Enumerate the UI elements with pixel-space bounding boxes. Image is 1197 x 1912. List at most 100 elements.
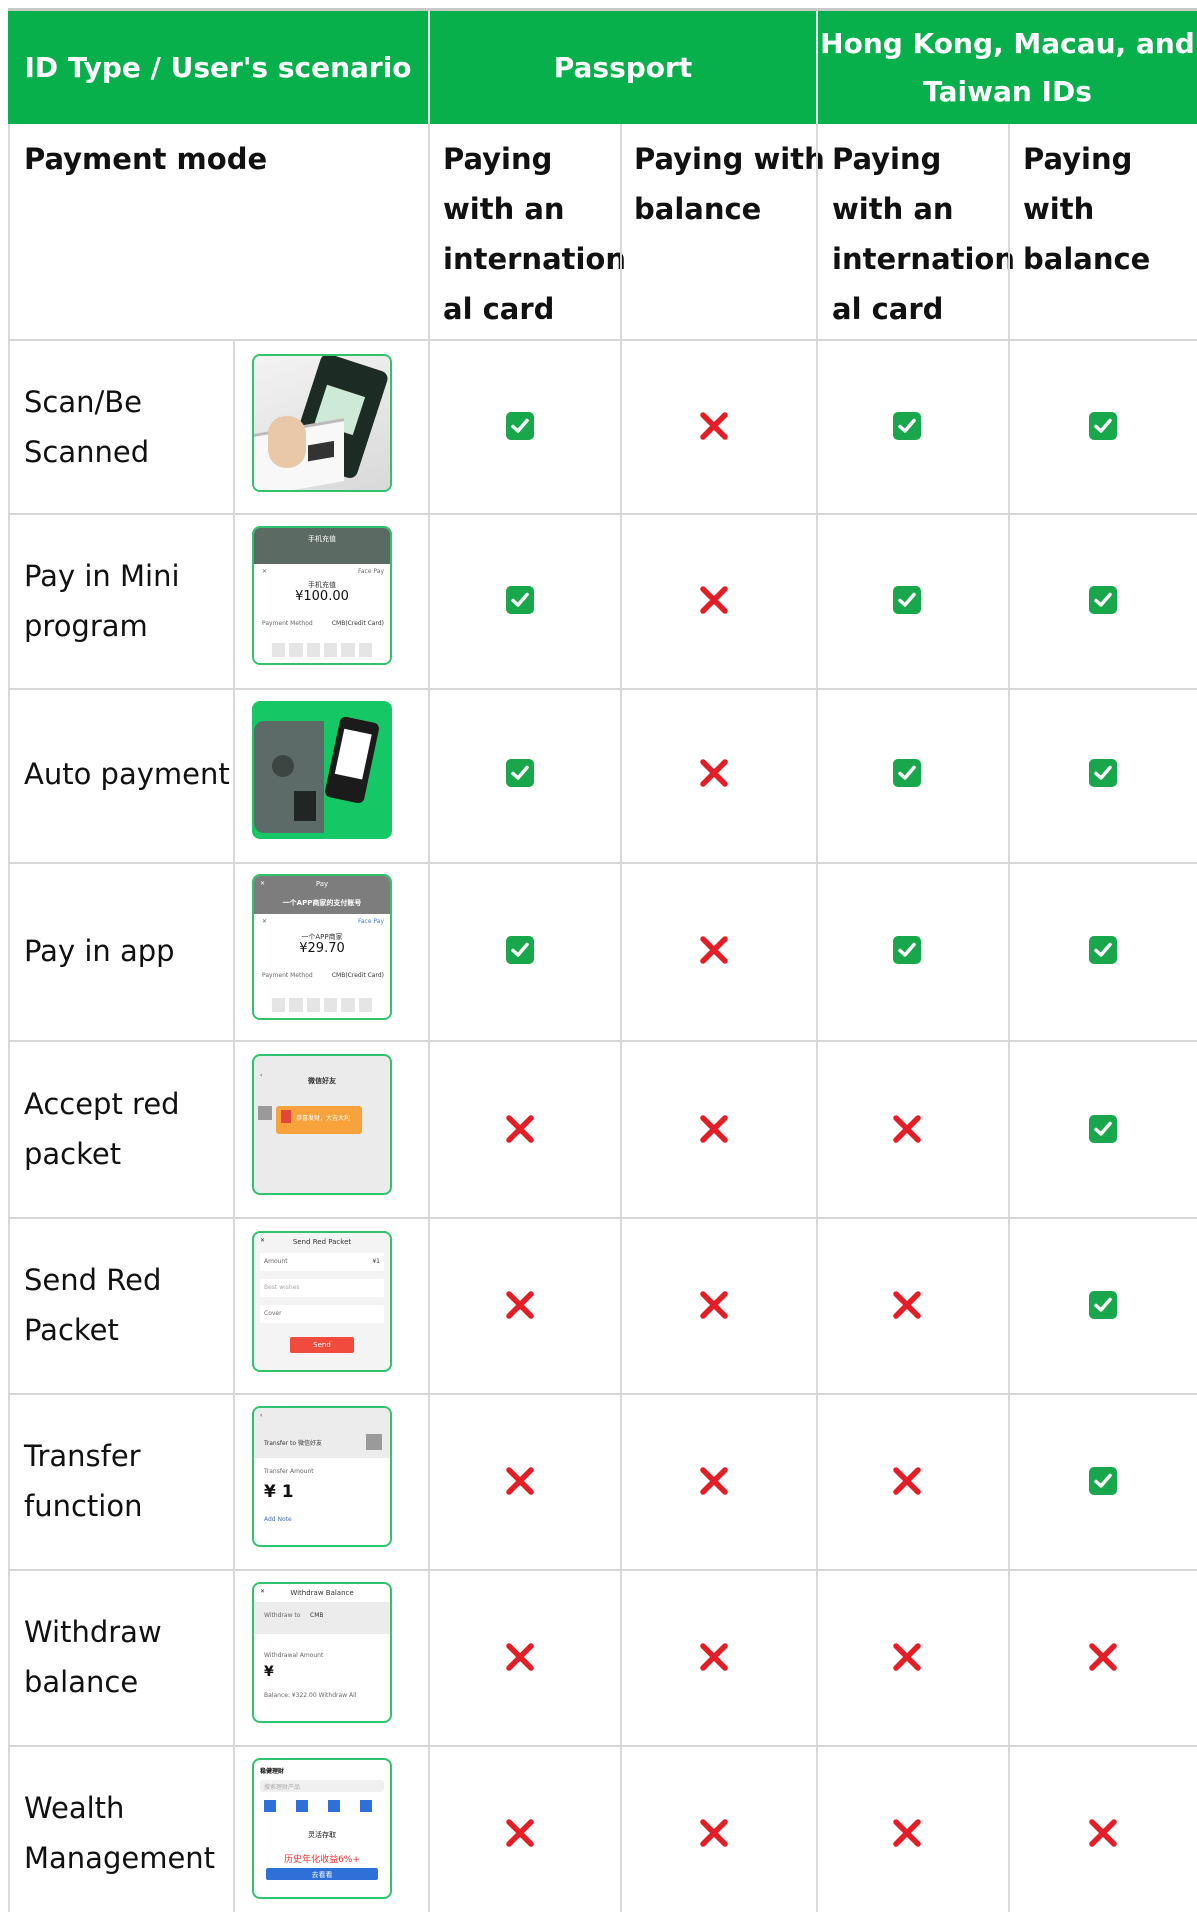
avatar bbox=[258, 1106, 272, 1120]
close-icon: ✕ bbox=[262, 918, 268, 925]
red-packet-icon bbox=[281, 1110, 291, 1123]
row-label-auto-payment: Auto payment bbox=[24, 749, 230, 799]
send-button-label: Send bbox=[313, 1341, 331, 1349]
wish-row: Best wishes bbox=[260, 1279, 384, 1297]
back-icon: ‹ bbox=[260, 1412, 263, 1419]
wealth-title: 稳健理财 bbox=[260, 1768, 285, 1775]
scanner-slot bbox=[294, 791, 316, 821]
label-line: Send Red bbox=[24, 1263, 162, 1297]
row-divider bbox=[8, 513, 1197, 515]
amount-value: ¥1 bbox=[372, 1258, 380, 1265]
header-line: internation bbox=[832, 242, 1016, 276]
payment-comparison-table: ID Type / User's scenario Passport Hong … bbox=[0, 0, 1197, 1912]
header-hmt-line1: Hong Kong, Macau, and bbox=[820, 26, 1195, 60]
balance-label: Balance: ¥322.00 Withdraw All bbox=[264, 1692, 357, 1699]
app-pay-title: Pay bbox=[315, 880, 329, 888]
cross-icon bbox=[892, 1290, 922, 1320]
cross-icon bbox=[699, 1114, 729, 1144]
cross-icon bbox=[699, 1466, 729, 1496]
payment-mode-label: Payment mode bbox=[24, 142, 268, 176]
wealth-screen: 稳健理财 搜索理财产品 灵活存取 历史年化收益6%+ 去看看 bbox=[252, 1758, 392, 1899]
check-icon bbox=[1089, 759, 1117, 787]
withdraw-amount-label: Withdrawal Amount bbox=[264, 1652, 324, 1659]
label-line: Scanned bbox=[24, 435, 150, 469]
col-divider bbox=[1008, 124, 1010, 1912]
hmt-balance-header: Paying with balance bbox=[1023, 134, 1197, 284]
send-red-packet-screen: ✕ Send Red Packet Amount ¥1 Best wishes … bbox=[252, 1231, 392, 1372]
pin-boxes bbox=[272, 998, 372, 1012]
header-id-type: ID Type / User's scenario bbox=[8, 11, 428, 124]
payment-method-label: Payment Method bbox=[262, 620, 313, 627]
hmt-intl-card-header: Paying with an internation al card bbox=[832, 134, 1015, 334]
col-divider bbox=[233, 339, 235, 1912]
send-button: Send bbox=[290, 1337, 354, 1353]
cross-icon bbox=[892, 1466, 922, 1496]
header-passport-label: Passport bbox=[553, 50, 693, 84]
app-pay-subtitle: 一个APP商家的支付账号 bbox=[282, 899, 362, 907]
row-divider bbox=[8, 1569, 1197, 1571]
search-placeholder: 搜索理财产品 bbox=[264, 1784, 301, 1791]
label-line: Scan/Be bbox=[24, 385, 143, 419]
row-divider bbox=[8, 339, 1197, 341]
header-hk-macau-taiwan: Hong Kong, Macau, and Taiwan IDs bbox=[818, 11, 1197, 124]
cross-icon bbox=[1088, 1642, 1118, 1672]
header-hmt-line2: Taiwan IDs bbox=[923, 74, 1092, 108]
header-line: al card bbox=[443, 292, 555, 326]
red-packet-text: 恭喜发财，大吉大利 bbox=[296, 1115, 351, 1122]
terminal-device bbox=[254, 721, 324, 833]
red-packet-bubble: 恭喜发财，大吉大利 bbox=[276, 1106, 362, 1134]
pay-sheet: ✕ Face Pay 一个APP商家 ¥29.70 Payment Method… bbox=[254, 914, 390, 1018]
col-divider bbox=[428, 124, 430, 1912]
label-line: Transfer bbox=[24, 1439, 141, 1473]
col-divider bbox=[816, 124, 818, 1912]
label-line: Pay in app bbox=[24, 934, 175, 968]
label-line: Management bbox=[24, 1841, 216, 1875]
label-line: Packet bbox=[24, 1313, 119, 1347]
header-passport: Passport bbox=[430, 11, 816, 124]
check-icon bbox=[506, 759, 534, 787]
amount-value: ¥29.70 bbox=[299, 941, 345, 956]
product-icon bbox=[328, 1800, 340, 1812]
product-icon bbox=[264, 1800, 276, 1812]
cross-icon bbox=[699, 758, 729, 788]
card-label: CMB(Credit Card) bbox=[331, 972, 384, 979]
label-line: function bbox=[24, 1489, 143, 1523]
cross-icon bbox=[699, 1642, 729, 1672]
cross-icon bbox=[505, 1466, 535, 1496]
transfer-to-label: Transfer to 微信好友 bbox=[264, 1440, 322, 1447]
hand-shape bbox=[268, 416, 306, 468]
bank-label: CMB bbox=[310, 1612, 324, 1619]
cross-icon bbox=[699, 935, 729, 965]
product-icon bbox=[360, 1800, 372, 1812]
mini-title: 手机充值 bbox=[308, 535, 336, 543]
send-title: Send Red Packet bbox=[292, 1238, 352, 1246]
col-divider bbox=[620, 124, 622, 1912]
face-pay-label: Face Pay bbox=[357, 918, 384, 925]
label-line: Pay in Mini bbox=[24, 559, 180, 593]
check-icon bbox=[893, 936, 921, 964]
qr-code-icon bbox=[334, 728, 372, 780]
header-divider bbox=[816, 11, 818, 124]
search-input: 搜索理财产品 bbox=[260, 1780, 384, 1792]
mini-program-screen: 手机充值 ✕ Face Pay 手机充值 ¥100.00 Payment Met… bbox=[252, 526, 392, 665]
label-line: packet bbox=[24, 1137, 122, 1171]
header-line: internation bbox=[443, 242, 627, 276]
label-line: Wealth bbox=[24, 1791, 125, 1825]
cross-icon bbox=[1088, 1818, 1118, 1848]
amount-label: Amount bbox=[264, 1258, 288, 1265]
view-button: 去看看 bbox=[266, 1868, 378, 1880]
cross-icon bbox=[505, 1114, 535, 1144]
cross-icon bbox=[699, 411, 729, 441]
phone-shape bbox=[323, 715, 381, 805]
cross-icon bbox=[699, 1290, 729, 1320]
withdraw-amount-value: ¥ bbox=[264, 1664, 274, 1680]
withdraw-title: Withdraw Balance bbox=[290, 1589, 354, 1597]
camera-icon bbox=[272, 755, 294, 777]
withdraw-to-label: Withdraw to bbox=[264, 1612, 301, 1619]
header-divider bbox=[428, 11, 430, 124]
header-line: al card bbox=[832, 292, 944, 326]
label-line: Withdraw bbox=[24, 1615, 162, 1649]
screen-backdrop: ✕ Pay 一个APP商家的支付账号 bbox=[254, 876, 390, 914]
add-note-link: Add Note bbox=[264, 1516, 292, 1523]
red-packet-screen: ‹ 微信好友 恭喜发财，大吉大利 bbox=[252, 1054, 392, 1195]
